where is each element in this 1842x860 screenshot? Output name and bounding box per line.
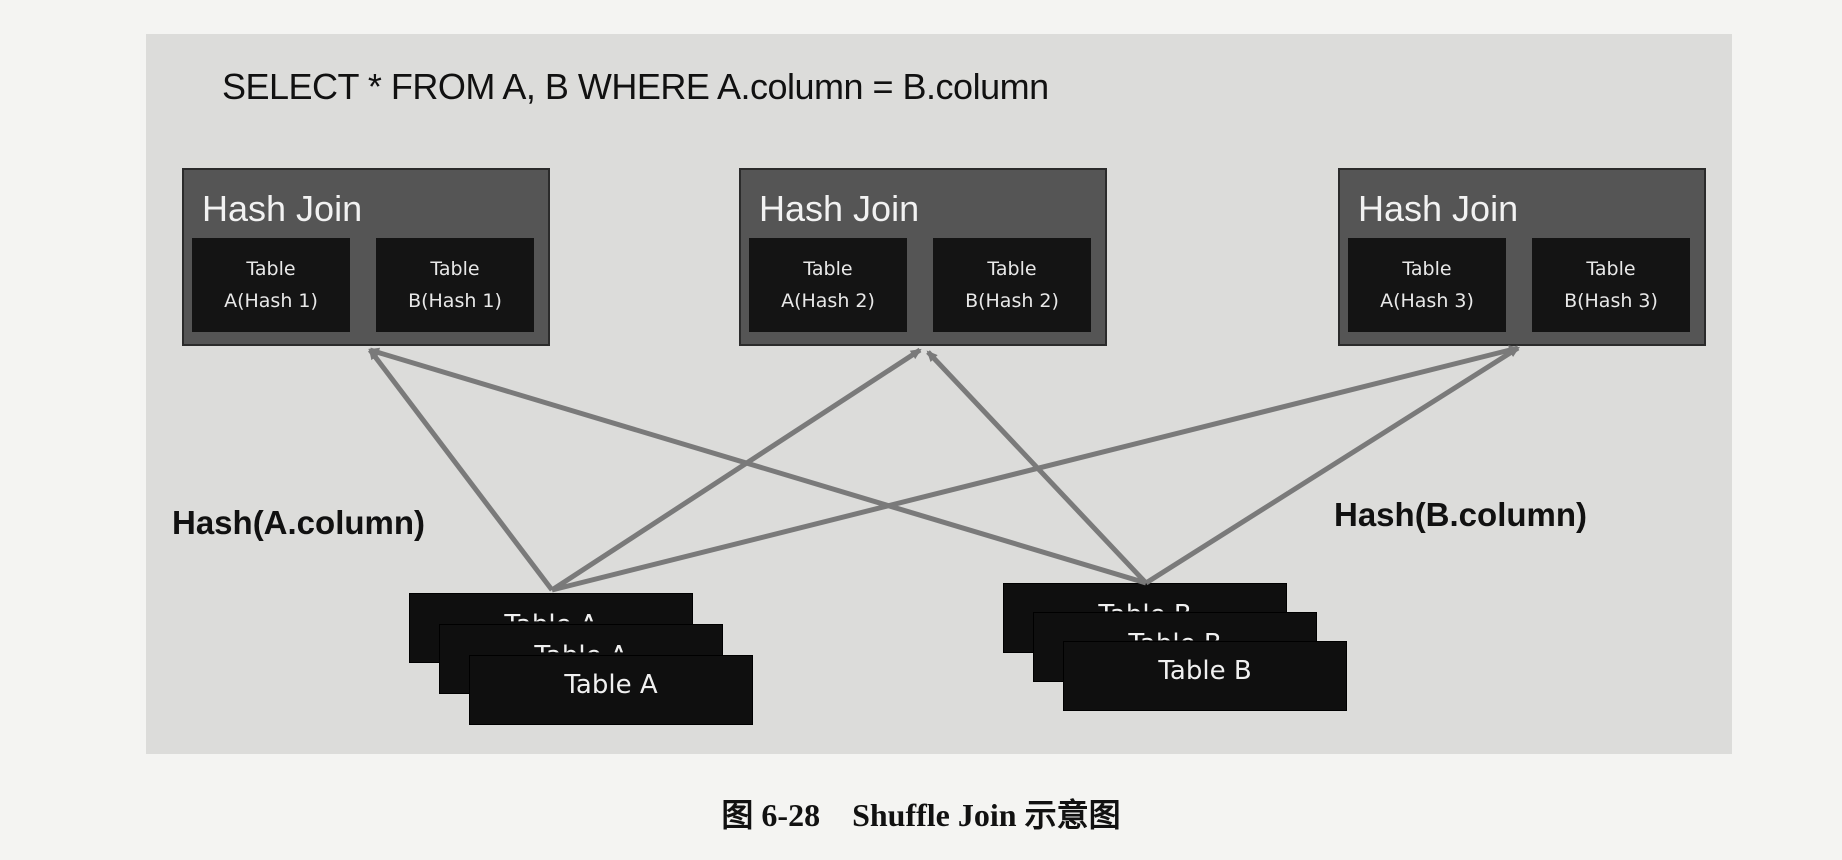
figure-caption: 图 6-28 Shuffle Join 示意图 xyxy=(721,797,1121,833)
shuffle-arrows xyxy=(368,345,1520,593)
arrow-b-to-join-3 xyxy=(1144,345,1520,586)
arrow-b-to-join-1 xyxy=(368,347,1147,586)
arrow-a-to-join-2 xyxy=(550,347,922,593)
arrow-a-to-join-1 xyxy=(368,348,554,592)
